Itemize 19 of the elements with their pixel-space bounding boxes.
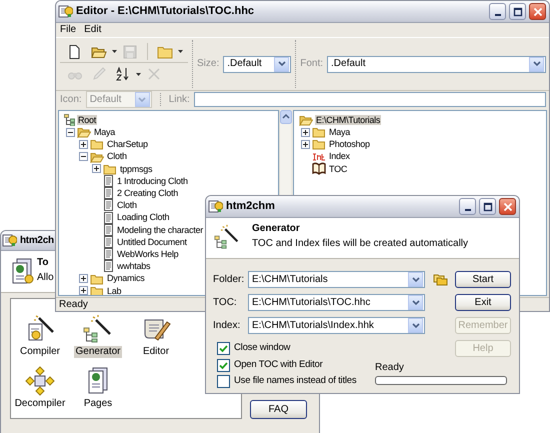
- checkbox-label: Open TOC with Editor: [234, 360, 323, 370]
- header-subtitle: Allo: [37, 272, 54, 283]
- icon-label: Icon:: [60, 94, 82, 106]
- checkbox-label: Close window: [234, 343, 290, 354]
- progress-label: Ready: [375, 362, 404, 373]
- font-label: Font:: [300, 58, 324, 70]
- window-title: htm2ch: [20, 234, 54, 246]
- header-title: Generator: [252, 223, 301, 234]
- field-label: Index:: [213, 320, 242, 332]
- header-subtitle: TOC and Index files will be created automatically: [252, 238, 468, 249]
- field-label: TOC:: [213, 296, 238, 308]
- checkbox-label: Use file names instead of titles: [234, 376, 356, 386]
- window-title: htm2chm: [226, 200, 275, 213]
- header-title: To: [37, 257, 50, 268]
- field-label: Folder:: [213, 274, 246, 286]
- link-label: Link:: [168, 94, 190, 106]
- size-label: Size:: [197, 58, 220, 70]
- window-title: Editor - E:\CHM\Tutorials\TOC.hhc: [76, 5, 254, 18]
- status-text: Ready: [59, 298, 88, 310]
